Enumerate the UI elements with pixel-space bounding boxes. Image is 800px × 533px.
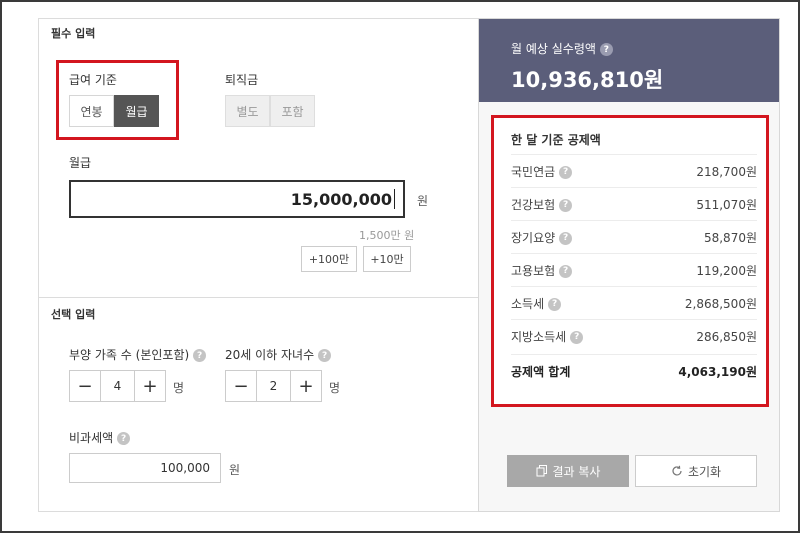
children-label-text: 20세 이하 자녀수 bbox=[225, 348, 315, 362]
net-pay-label: 월 예상 실수령액? bbox=[511, 40, 613, 57]
reset-label: 초기화 bbox=[687, 464, 722, 479]
severance-separate-button[interactable]: 별도 bbox=[225, 95, 270, 127]
children-unit: 명 bbox=[329, 381, 341, 395]
dependents-label-text: 부양 가족 수 (본인포함) bbox=[69, 348, 190, 362]
monthly-salary-label: 월급 bbox=[69, 156, 92, 170]
highlight-box-deductions bbox=[491, 115, 769, 407]
question-mark-icon[interactable]: ? bbox=[599, 43, 613, 56]
severance-included-button[interactable]: 포함 bbox=[270, 95, 315, 127]
severance-toggle: 별도 포함 bbox=[225, 95, 315, 127]
question-mark-icon[interactable]: ? bbox=[318, 349, 332, 362]
net-pay-label-text: 월 예상 실수령액 bbox=[511, 42, 596, 56]
section-divider bbox=[39, 297, 479, 298]
monthly-salary-hint: 1,500만 원 bbox=[359, 229, 415, 242]
dependents-value[interactable]: 4 bbox=[101, 370, 134, 402]
monthly-salary-input[interactable]: 15,000,000 bbox=[69, 180, 405, 218]
question-mark-icon[interactable]: ? bbox=[117, 432, 131, 445]
result-panel: 월 예상 실수령액? 10,936,810원 한 달 기준 공제액 국민연금? … bbox=[478, 18, 780, 512]
nontaxable-unit: 원 bbox=[229, 463, 241, 477]
dependents-stepper: − 4 + bbox=[69, 370, 166, 402]
net-pay-amount: 10,936,810원 bbox=[511, 68, 664, 92]
monthly-salary-unit: 원 bbox=[417, 194, 429, 208]
dependents-decrement-button[interactable]: − bbox=[69, 370, 101, 402]
question-mark-icon[interactable]: ? bbox=[193, 349, 207, 362]
children-increment-button[interactable]: + bbox=[290, 370, 322, 402]
dependents-unit: 명 bbox=[173, 381, 185, 395]
dependents-increment-button[interactable]: + bbox=[134, 370, 166, 402]
severance-label: 퇴직금 bbox=[225, 73, 259, 87]
required-section-title: 필수 입력 bbox=[51, 27, 96, 40]
children-value[interactable]: 2 bbox=[257, 370, 290, 402]
copy-result-button[interactable]: 결과 복사 bbox=[507, 455, 629, 487]
children-decrement-button[interactable]: − bbox=[225, 370, 257, 402]
children-label: 20세 이하 자녀수? bbox=[225, 346, 332, 363]
nontaxable-label-text: 비과세액 bbox=[69, 431, 114, 445]
input-panel: 필수 입력 급여 기준 연봉 월급 퇴직금 별도 포함 월급 15,000,00… bbox=[38, 18, 479, 512]
nontaxable-input[interactable]: 100,000 bbox=[69, 453, 221, 483]
text-cursor bbox=[394, 189, 395, 209]
dependents-label: 부양 가족 수 (본인포함)? bbox=[69, 346, 207, 363]
nontaxable-label: 비과세액? bbox=[69, 429, 131, 446]
add-1m-button[interactable]: +100만 bbox=[301, 246, 357, 272]
add-100k-button[interactable]: +10만 bbox=[363, 246, 411, 272]
optional-section-title: 선택 입력 bbox=[51, 308, 96, 321]
reset-button[interactable]: 초기화 bbox=[635, 455, 757, 487]
highlight-box-pay-basis bbox=[56, 60, 179, 140]
refresh-icon bbox=[672, 465, 682, 476]
page-frame: 필수 입력 급여 기준 연봉 월급 퇴직금 별도 포함 월급 15,000,00… bbox=[0, 0, 800, 533]
children-stepper: − 2 + bbox=[225, 370, 322, 402]
copy-result-label: 결과 복사 bbox=[552, 464, 601, 479]
copy-icon bbox=[536, 465, 547, 477]
